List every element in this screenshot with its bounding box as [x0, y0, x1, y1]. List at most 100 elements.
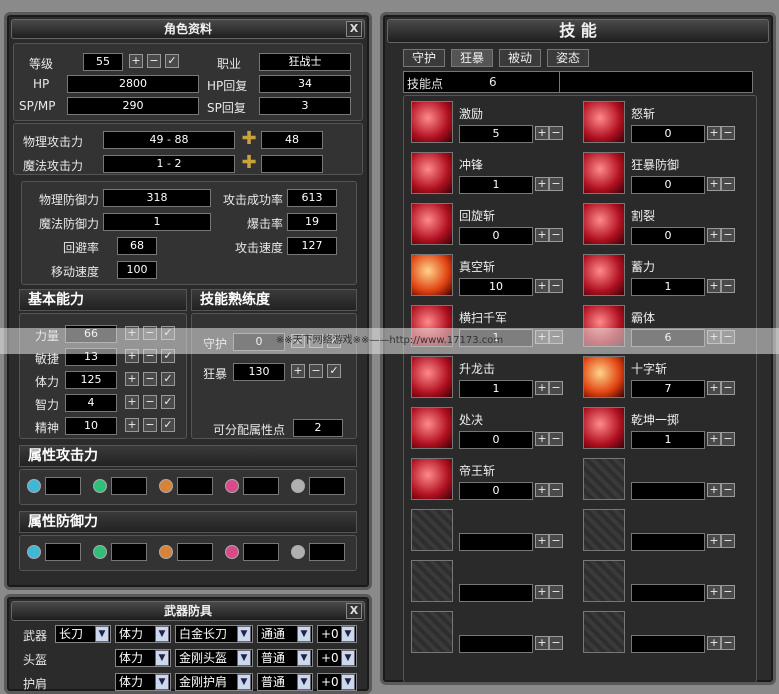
mastery-rage-plus-button[interactable]: +: [291, 364, 305, 378]
chevron-down-icon[interactable]: ▼: [341, 674, 355, 690]
skill-11-plus-button[interactable]: +: [707, 381, 721, 395]
skill-4-plus-button[interactable]: +: [535, 228, 549, 242]
empty-plus-button[interactable]: +: [535, 585, 549, 599]
gear-close-button[interactable]: X: [346, 603, 362, 619]
job-label: 职业: [217, 57, 242, 71]
skill-2-plus-button[interactable]: +: [535, 177, 549, 191]
gear-slot-helmet: 头盔: [23, 653, 48, 667]
stat-int-plus-button[interactable]: +: [125, 395, 139, 409]
skill-icon-13[interactable]: [583, 407, 625, 449]
skill-3-plus-button[interactable]: +: [707, 177, 721, 191]
stat-int-minus-button[interactable]: −: [143, 395, 157, 409]
skill-11-minus-button[interactable]: −: [721, 381, 735, 395]
stat-vit-plus-button[interactable]: +: [125, 372, 139, 386]
skill-12-plus-button[interactable]: +: [535, 432, 549, 446]
skill-icon-5[interactable]: [583, 203, 625, 245]
skill-1-minus-button[interactable]: −: [721, 126, 735, 140]
skill-2-minus-button[interactable]: −: [549, 177, 563, 191]
chevron-down-icon[interactable]: ▼: [341, 626, 355, 642]
skill-value-4: 0: [459, 227, 533, 245]
hit-value: 613: [287, 189, 337, 207]
empty-plus-button[interactable]: +: [535, 636, 549, 650]
gem-pink-icon: [225, 479, 239, 493]
mastery-rage-confirm-button[interactable]: ✓: [327, 364, 341, 378]
skill-10-minus-button[interactable]: −: [549, 381, 563, 395]
gear-title: 武器防具 X: [11, 601, 365, 621]
skill-icon-1[interactable]: [583, 101, 625, 143]
skill-name-1: 怒斩: [631, 107, 656, 121]
empty-plus-button[interactable]: +: [707, 636, 721, 650]
skill-5-plus-button[interactable]: +: [707, 228, 721, 242]
empty-minus-button[interactable]: −: [721, 534, 735, 548]
skill-13-minus-button[interactable]: −: [721, 432, 735, 446]
stat-spi-confirm-button[interactable]: ✓: [161, 418, 175, 432]
close-button[interactable]: X: [346, 21, 362, 37]
skill-icon-4[interactable]: [411, 203, 453, 245]
skill-14-minus-button[interactable]: −: [549, 483, 563, 497]
stat-vit-confirm-button[interactable]: ✓: [161, 372, 175, 386]
skill-icon-2[interactable]: [411, 152, 453, 194]
skill-1-plus-button[interactable]: +: [707, 126, 721, 140]
chevron-down-icon[interactable]: ▼: [237, 626, 251, 642]
stat-vit-minus-button[interactable]: −: [143, 372, 157, 386]
skill-13-plus-button[interactable]: +: [707, 432, 721, 446]
stat-spi-minus-button[interactable]: −: [143, 418, 157, 432]
skill-icon-6[interactable]: [411, 254, 453, 296]
empty-plus-button[interactable]: +: [707, 534, 721, 548]
chevron-down-icon[interactable]: ▼: [237, 650, 251, 666]
skill-value-11: 7: [631, 380, 705, 398]
chevron-down-icon[interactable]: ▼: [341, 650, 355, 666]
empty-minus-button[interactable]: −: [721, 585, 735, 599]
skill-icon-11[interactable]: [583, 356, 625, 398]
chevron-down-icon[interactable]: ▼: [155, 650, 169, 666]
skill-icon-10[interactable]: [411, 356, 453, 398]
skill-icon-14[interactable]: [411, 458, 453, 500]
empty-minus-button[interactable]: −: [549, 585, 563, 599]
empty-plus-button[interactable]: +: [707, 585, 721, 599]
mastery-rage-minus-button[interactable]: −: [309, 364, 323, 378]
skill-7-plus-button[interactable]: +: [707, 279, 721, 293]
skill-7-minus-button[interactable]: −: [721, 279, 735, 293]
empty-minus-button[interactable]: −: [721, 483, 735, 497]
chevron-down-icon[interactable]: ▼: [297, 650, 311, 666]
tab-rage[interactable]: 狂暴: [451, 49, 493, 67]
empty-minus-button[interactable]: −: [549, 534, 563, 548]
sp-label: SP/MP: [19, 99, 56, 113]
phys-def-label: 物理防御力: [39, 193, 100, 207]
level-confirm-button[interactable]: ✓: [165, 54, 179, 68]
chevron-down-icon[interactable]: ▼: [237, 674, 251, 690]
empty-plus-button[interactable]: +: [707, 483, 721, 497]
skill-icon-3[interactable]: [583, 152, 625, 194]
empty-skill-value: [631, 635, 705, 653]
skill-12-minus-button[interactable]: −: [549, 432, 563, 446]
skill-5-minus-button[interactable]: −: [721, 228, 735, 242]
chevron-down-icon[interactable]: ▼: [155, 626, 169, 642]
tab-guard[interactable]: 守护: [403, 49, 445, 67]
level-minus-button[interactable]: −: [147, 54, 161, 68]
chevron-down-icon[interactable]: ▼: [95, 626, 109, 642]
stat-spi-plus-button[interactable]: +: [125, 418, 139, 432]
empty-plus-button[interactable]: +: [535, 534, 549, 548]
chevron-down-icon[interactable]: ▼: [297, 674, 311, 690]
skill-icon-7[interactable]: [583, 254, 625, 296]
level-plus-button[interactable]: +: [129, 54, 143, 68]
chevron-down-icon[interactable]: ▼: [155, 674, 169, 690]
skill-3-minus-button[interactable]: −: [721, 177, 735, 191]
skill-10-plus-button[interactable]: +: [535, 381, 549, 395]
skill-6-minus-button[interactable]: −: [549, 279, 563, 293]
empty-minus-button[interactable]: −: [549, 636, 563, 650]
chevron-down-icon[interactable]: ▼: [297, 626, 311, 642]
skill-0-minus-button[interactable]: −: [549, 126, 563, 140]
skill-14-plus-button[interactable]: +: [535, 483, 549, 497]
tab-stance[interactable]: 姿态: [547, 49, 589, 67]
skill-6-plus-button[interactable]: +: [535, 279, 549, 293]
skill-0-plus-button[interactable]: +: [535, 126, 549, 140]
skill-4-minus-button[interactable]: −: [549, 228, 563, 242]
elem-def-white-value: [309, 543, 345, 561]
stat-int-confirm-button[interactable]: ✓: [161, 395, 175, 409]
tab-passive[interactable]: 被动: [499, 49, 541, 67]
skill-icon-0[interactable]: [411, 101, 453, 143]
empty-minus-button[interactable]: −: [721, 636, 735, 650]
skill-points-box: [403, 71, 753, 93]
skill-icon-12[interactable]: [411, 407, 453, 449]
